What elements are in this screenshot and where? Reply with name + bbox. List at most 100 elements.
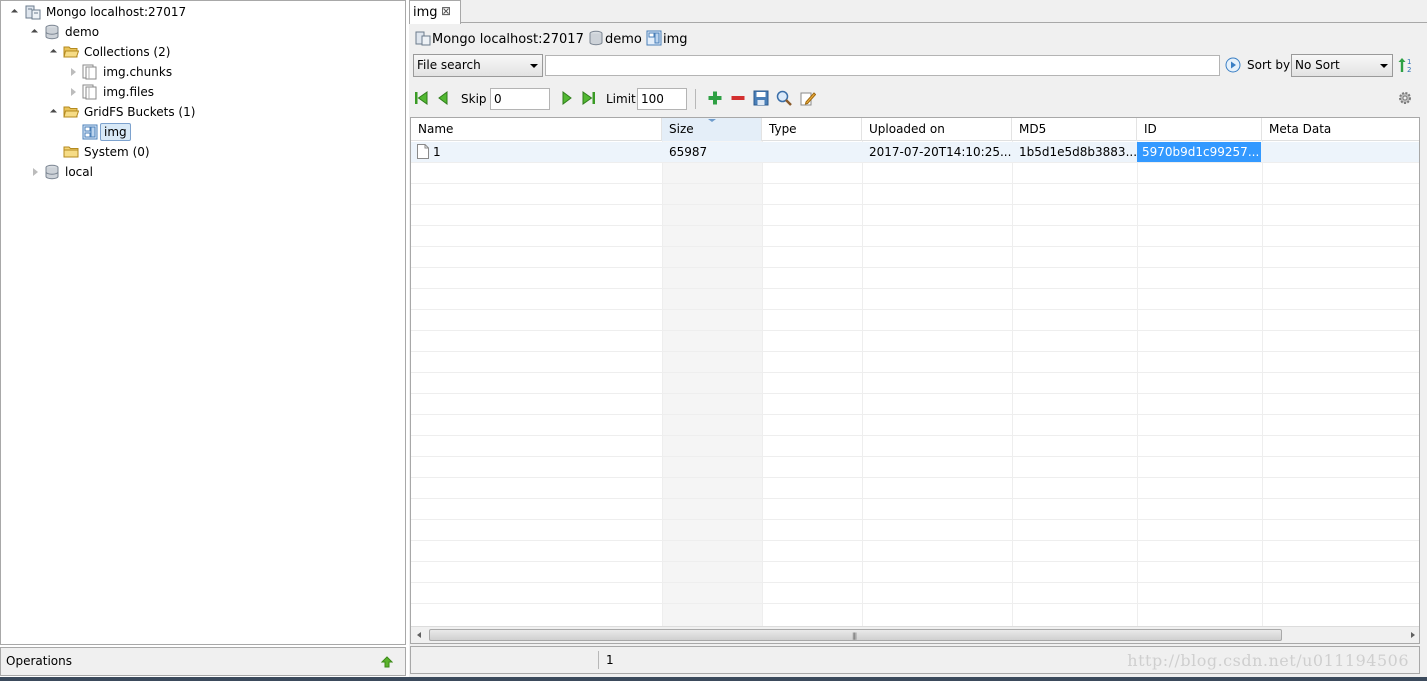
cell-metadata[interactable]: [1262, 142, 1419, 162]
toolbar-divider: [695, 89, 696, 109]
cell-md5[interactable]: 1b5d1e5d8b3883...: [1012, 142, 1137, 162]
tree-node-connection[interactable]: Mongo localhost:27017: [1, 2, 401, 22]
horizontal-scrollbar[interactable]: |||: [411, 626, 1419, 643]
tree-node-collection[interactable]: img.chunks: [1, 62, 401, 82]
collection-icon: [82, 64, 97, 80]
tree-label: img.files: [103, 85, 154, 99]
last-page-icon[interactable]: [581, 90, 597, 106]
status-bar: 1 http://blog.csdn.net/u011194506: [410, 646, 1420, 674]
limit-label: Limit: [606, 92, 636, 106]
sort-value: No Sort: [1295, 58, 1340, 72]
svg-text:1: 1: [1407, 58, 1411, 66]
first-page-icon[interactable]: [413, 90, 429, 106]
breadcrumb-label: img: [663, 32, 688, 47]
tree-label: demo: [65, 25, 100, 39]
cell-size[interactable]: 65987: [662, 142, 762, 162]
table-row[interactable]: 1 65987 2017-07-20T14:10:25.... 1b5d1e5d…: [411, 142, 1419, 162]
skip-label: Skip: [461, 92, 487, 106]
sort-direction-icon[interactable]: 1 2: [1398, 56, 1416, 74]
database-icon: [45, 24, 59, 40]
sort-label: Sort by: [1247, 58, 1291, 72]
database-tree: Mongo localhost:27017 demo Collections (…: [0, 0, 406, 645]
tab-img[interactable]: img ⊠: [409, 0, 461, 24]
tree-label: GridFS Buckets (1): [84, 105, 196, 119]
tree-node-bucket-img[interactable]: img: [1, 122, 401, 142]
close-icon[interactable]: ⊠: [441, 4, 451, 18]
column-header-name[interactable]: Name: [411, 118, 662, 141]
column-header-id[interactable]: ID: [1137, 118, 1262, 141]
expand-toggle-icon[interactable]: [30, 162, 40, 182]
cell-type[interactable]: [762, 142, 862, 162]
expand-toggle-icon[interactable]: [68, 62, 78, 82]
tree-node-database-local[interactable]: local: [1, 162, 401, 182]
tab-bar: img ⊠: [409, 0, 1427, 24]
edit-icon[interactable]: [800, 90, 816, 106]
breadcrumb-connection[interactable]: Mongo localhost:27017: [415, 30, 584, 50]
search-type-value: File search: [417, 58, 481, 72]
gridfs-bucket-icon: [646, 30, 662, 46]
search-input[interactable]: [545, 55, 1220, 76]
save-icon[interactable]: [753, 90, 769, 106]
server-icon: [25, 5, 41, 20]
scrollbar-thumb[interactable]: |||: [429, 629, 1282, 641]
add-icon[interactable]: [707, 90, 723, 106]
tree-node-system[interactable]: System (0): [1, 142, 401, 162]
scroll-right-icon[interactable]: [1411, 632, 1415, 638]
table-header: Name Size Type Uploaded on MD5 ID Meta D…: [411, 118, 1419, 141]
tree-label: System (0): [84, 145, 150, 159]
previous-page-icon[interactable]: [435, 90, 451, 106]
grip-icon: |||: [852, 632, 857, 640]
remove-icon[interactable]: [730, 90, 746, 106]
expand-toggle-icon[interactable]: [49, 42, 59, 62]
tree-label: Mongo localhost:27017: [46, 5, 187, 19]
skip-input[interactable]: 0: [490, 88, 550, 110]
column-header-metadata[interactable]: Meta Data: [1262, 118, 1419, 141]
operations-label: Operations: [6, 654, 72, 668]
tree-node-gridfs-buckets[interactable]: GridFS Buckets (1): [1, 102, 401, 122]
sorted-column-shade: [662, 141, 762, 627]
next-page-icon[interactable]: [559, 90, 575, 106]
chevron-down-icon: [1380, 64, 1388, 68]
collection-icon: [82, 84, 97, 100]
breadcrumb-database[interactable]: demo: [588, 30, 642, 50]
result-count: 1: [606, 653, 614, 667]
tree-node-database-demo[interactable]: demo: [1, 22, 401, 42]
cell-uploaded[interactable]: 2017-07-20T14:10:25....: [862, 142, 1012, 162]
expand-toggle-icon[interactable]: [10, 2, 20, 22]
gridfs-bucket-icon: [82, 124, 98, 140]
limit-input[interactable]: 100: [637, 88, 687, 110]
breadcrumb-label: Mongo localhost:27017: [432, 32, 584, 47]
tree-node-collection[interactable]: img.files: [1, 82, 401, 102]
search-icon[interactable]: [776, 90, 792, 106]
cell-name[interactable]: 1: [426, 142, 662, 162]
tree-label: Collections (2): [84, 45, 171, 59]
server-icon: [415, 31, 431, 46]
scroll-left-icon[interactable]: [417, 632, 421, 638]
breadcrumb-label: demo: [604, 32, 642, 47]
sort-select[interactable]: No Sort: [1291, 54, 1393, 77]
column-header-uploaded[interactable]: Uploaded on: [862, 118, 1012, 141]
watermark: http://blog.csdn.net/u011194506: [1127, 651, 1409, 670]
column-header-size[interactable]: Size: [662, 118, 762, 141]
folder-open-icon: [63, 46, 79, 58]
expand-toggle-icon[interactable]: [30, 22, 40, 42]
svg-text:2: 2: [1407, 66, 1411, 74]
search-type-select[interactable]: File search: [413, 54, 543, 77]
tree-label: img: [100, 123, 131, 141]
window-bottom-edge: [0, 677, 1427, 681]
column-header-md5[interactable]: MD5: [1012, 118, 1137, 141]
expand-toggle-icon[interactable]: [68, 82, 78, 102]
expand-toggle-icon[interactable]: [49, 102, 59, 122]
breadcrumb-bucket[interactable]: img: [646, 30, 688, 50]
arrow-up-icon[interactable]: [381, 656, 393, 668]
settings-icon[interactable]: [1397, 90, 1413, 106]
database-icon: [45, 164, 59, 180]
run-search-icon[interactable]: [1225, 57, 1241, 73]
operations-panel[interactable]: Operations: [0, 647, 406, 676]
database-icon: [589, 30, 603, 46]
column-header-type[interactable]: Type: [762, 118, 862, 141]
breadcrumb: Mongo localhost:27017 demo img: [415, 30, 688, 50]
tree-node-collections[interactable]: Collections (2): [1, 42, 401, 62]
chevron-down-icon: [530, 64, 538, 68]
cell-id[interactable]: 5970b9d1c99257...: [1137, 142, 1261, 162]
